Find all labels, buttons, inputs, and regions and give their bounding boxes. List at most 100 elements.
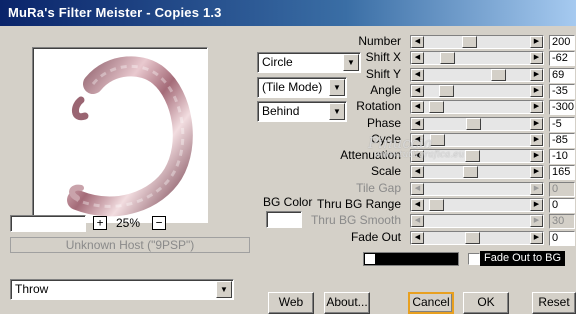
shift-x-slider[interactable]: ◀ ▶ <box>410 51 544 66</box>
phase-value-field[interactable]: -5 <box>549 116 575 132</box>
tile-gap-value-field: 0 <box>549 181 575 197</box>
zoom-level: 25% <box>116 216 141 230</box>
thru-bg-range-label: Thru BG Range <box>316 197 401 211</box>
chevron-left-icon[interactable]: ◀ <box>411 84 424 97</box>
cancel-button[interactable]: Cancel <box>408 292 454 314</box>
chevron-down-icon[interactable]: ▼ <box>216 281 232 298</box>
rotation-slider[interactable]: ◀ ▶ <box>410 100 544 115</box>
tile-gap-label: Tile Gap <box>356 180 401 195</box>
chevron-right-icon[interactable]: ▶ <box>530 231 543 244</box>
scale-slider[interactable]: ◀ ▶ <box>410 165 544 180</box>
dialog-body: + 25% − Unknown Host ("9PSP") Circle ▼ (… <box>0 26 576 314</box>
chevron-left-icon[interactable]: ◀ <box>411 36 424 48</box>
tile-mode-select-value: (Tile Mode) <box>262 80 323 94</box>
bg-color-label: BG Color <box>263 195 313 209</box>
shift-x-slider-thumb[interactable] <box>440 52 455 65</box>
phase-slider-thumb[interactable] <box>466 117 481 130</box>
zoom-in-button[interactable]: + <box>93 216 107 230</box>
shift-x-label: Shift X <box>365 50 401 65</box>
reset-button[interactable]: Reset <box>532 292 576 314</box>
chevron-right-icon: ▶ <box>530 215 543 228</box>
chevron-right-icon[interactable]: ▶ <box>530 199 543 211</box>
number-slider[interactable]: ◀ ▶ <box>410 35 544 49</box>
web-button[interactable]: Web <box>268 292 314 314</box>
number-value-field[interactable]: 200 <box>549 35 575 50</box>
chevron-left-icon[interactable]: ◀ <box>411 199 424 211</box>
scale-label: Scale <box>370 164 401 179</box>
chevron-right-icon[interactable]: ▶ <box>530 101 543 114</box>
cycle-slider[interactable]: ◀ ▶ <box>410 132 544 147</box>
thru-bg-smooth-value-field: 30 <box>549 214 575 230</box>
rotation-value-field[interactable]: -300 <box>549 100 575 116</box>
chevron-right-icon[interactable]: ▶ <box>530 84 543 97</box>
cycle-label: Cycle <box>370 131 401 146</box>
fade-out-slider[interactable]: ◀ ▶ <box>410 230 544 245</box>
fade-color-bar[interactable] <box>363 252 459 266</box>
chevron-right-icon[interactable]: ▶ <box>530 133 543 146</box>
scale-value-field[interactable]: 165 <box>549 165 575 181</box>
chevron-left-icon[interactable]: ◀ <box>411 150 424 163</box>
shift-y-label: Shift Y <box>365 66 401 81</box>
chevron-left-icon[interactable]: ◀ <box>411 117 424 130</box>
shift-y-slider[interactable]: ◀ ▶ <box>410 67 544 82</box>
thru-bg-range-slider-thumb[interactable] <box>429 199 444 211</box>
attenuation-slider[interactable]: ◀ ▶ <box>410 149 544 164</box>
about-button[interactable]: About... <box>324 292 370 314</box>
thru-bg-range-value-field[interactable]: 0 <box>549 198 575 213</box>
attenuation-label: Attenuation <box>340 148 401 163</box>
ok-button[interactable]: OK <box>463 292 509 314</box>
chevron-right-icon[interactable]: ▶ <box>530 68 543 81</box>
shift-y-value-field[interactable]: 69 <box>549 67 575 83</box>
number-slider-thumb[interactable] <box>462 36 477 48</box>
chevron-left-icon[interactable]: ◀ <box>411 101 424 114</box>
attenuation-slider-thumb[interactable] <box>465 150 480 163</box>
chevron-left-icon[interactable]: ◀ <box>411 68 424 81</box>
chevron-left-icon: ◀ <box>411 182 424 195</box>
chevron-right-icon[interactable]: ▶ <box>530 52 543 65</box>
shape-select[interactable]: Circle ▼ <box>257 52 361 73</box>
chevron-down-icon[interactable]: ▼ <box>343 54 359 71</box>
chevron-left-icon: ◀ <box>411 215 424 228</box>
cycle-value-field[interactable]: -85 <box>549 132 575 148</box>
chevron-right-icon[interactable]: ▶ <box>530 36 543 48</box>
placement-select[interactable]: Behind ▼ <box>257 101 347 122</box>
angle-label: Angle <box>370 82 401 97</box>
cycle-slider-thumb[interactable] <box>430 133 445 146</box>
chevron-right-icon[interactable]: ▶ <box>530 150 543 163</box>
window-title: MuRa's Filter Meister - Copies 1.3 <box>8 5 222 20</box>
zoom-out-button[interactable]: − <box>152 216 166 230</box>
zoom-slider-field[interactable] <box>10 215 86 232</box>
fade-out-to-bg-label: Fade Out to BG <box>480 251 566 266</box>
angle-slider[interactable]: ◀ ▶ <box>410 83 544 98</box>
chevron-right-icon[interactable]: ▶ <box>530 166 543 179</box>
shift-x-value-field[interactable]: -62 <box>549 51 575 67</box>
throw-select-value: Throw <box>15 282 49 296</box>
tile-mode-select[interactable]: (Tile Mode) ▼ <box>257 77 347 98</box>
chevron-down-icon[interactable]: ▼ <box>329 103 345 120</box>
thru-bg-smooth-slider: ◀ ▶ <box>410 214 544 229</box>
chevron-down-icon[interactable]: ▼ <box>329 79 345 96</box>
scale-slider-thumb[interactable] <box>463 166 478 179</box>
rotation-slider-thumb[interactable] <box>429 101 444 114</box>
title-bar: MuRa's Filter Meister - Copies 1.3 <box>0 0 576 26</box>
thru-bg-range-slider[interactable]: ◀ ▶ <box>410 198 544 212</box>
phase-slider[interactable]: ◀ ▶ <box>410 116 544 131</box>
angle-slider-thumb[interactable] <box>439 84 454 97</box>
chevron-left-icon[interactable]: ◀ <box>411 133 424 146</box>
throw-select[interactable]: Throw ▼ <box>10 279 234 300</box>
attenuation-value-field[interactable]: -10 <box>549 149 575 165</box>
preview-canvas[interactable] <box>32 47 208 223</box>
angle-value-field[interactable]: -35 <box>549 83 575 99</box>
rotation-label: Rotation <box>356 99 401 114</box>
chevron-left-icon[interactable]: ◀ <box>411 166 424 179</box>
host-status: Unknown Host ("9PSP") <box>10 237 250 253</box>
shift-y-slider-thumb[interactable] <box>491 68 506 81</box>
chevron-left-icon[interactable]: ◀ <box>411 52 424 65</box>
fade-out-slider-thumb[interactable] <box>465 231 480 244</box>
bg-color-swatch[interactable] <box>266 211 302 228</box>
chevron-right-icon[interactable]: ▶ <box>530 117 543 130</box>
fade-out-to-bg-checkbox[interactable] <box>468 253 480 265</box>
fade-out-value-field[interactable]: 0 <box>549 230 575 246</box>
chevron-left-icon[interactable]: ◀ <box>411 231 424 244</box>
preview-image <box>67 56 193 217</box>
